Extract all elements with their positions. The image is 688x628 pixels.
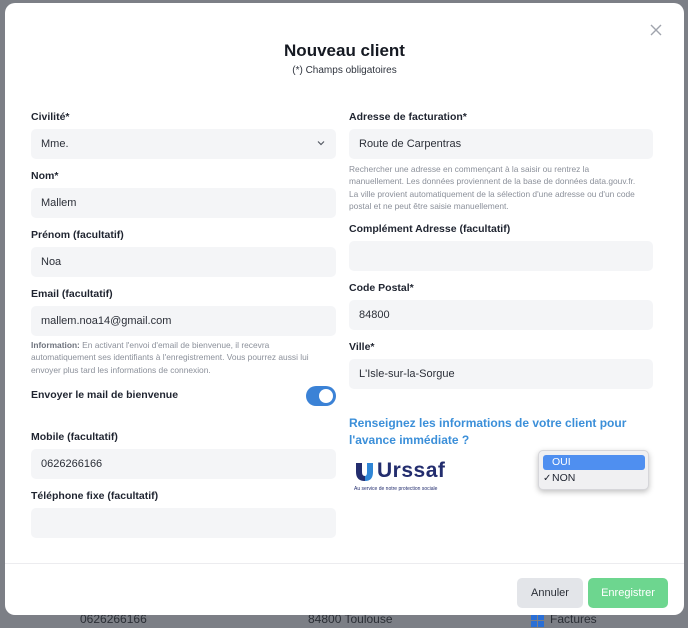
prenom-value: Noa xyxy=(41,256,62,268)
urssaf-logo: Urssaf Au service de notre protection so… xyxy=(354,459,454,493)
cp-value: 84800 xyxy=(359,309,390,321)
fixe-label: Téléphone fixe (facultatif) xyxy=(31,490,159,502)
nom-value: Mallem xyxy=(41,197,77,209)
welcome-label: Envoyer le mail de bienvenue xyxy=(31,389,179,401)
fixe-input[interactable] xyxy=(31,508,336,538)
save-button[interactable]: Enregistrer xyxy=(588,578,668,608)
complement-input[interactable] xyxy=(349,241,653,271)
cp-input[interactable]: 84800 xyxy=(349,300,653,330)
cancel-button[interactable]: Annuler xyxy=(517,578,583,608)
prenom-label: Prénom (facultatif) xyxy=(31,229,124,241)
nom-input[interactable]: Mallem xyxy=(31,188,336,218)
option-non[interactable]: ✓ NON xyxy=(543,471,645,486)
new-client-modal: Nouveau client (*) Champs obligatoires C… xyxy=(5,3,684,615)
urssaf-mark-icon xyxy=(356,463,373,481)
adresse-value: Route de Carpentras xyxy=(359,138,462,150)
complement-label: Complément Adresse (facultatif) xyxy=(349,223,511,235)
adresse-hint: Rechercher une adresse en commençant à l… xyxy=(349,164,636,212)
chevron-down-icon xyxy=(317,141,325,146)
urssaf-wordmark: Urssaf xyxy=(377,459,446,482)
cp-label: Code Postal* xyxy=(349,282,414,294)
option-non-label: NON xyxy=(552,472,576,484)
required-note: (*) Champs obligatoires xyxy=(292,65,397,76)
info-bold: Information: xyxy=(31,340,80,350)
modal-title: Nouveau client xyxy=(284,41,405,60)
email-input[interactable]: mallem.noa14@gmail.com xyxy=(31,306,336,336)
footer-divider xyxy=(5,563,684,564)
mobile-label: Mobile (facultatif) xyxy=(31,431,118,443)
welcome-toggle[interactable] xyxy=(306,386,336,406)
nom-label: Nom* xyxy=(31,170,59,182)
welcome-info: Information: En activant l'envoi d'email… xyxy=(31,339,331,376)
avance-immediate-link[interactable]: Renseignez les informations de votre cli… xyxy=(349,415,649,449)
civilite-select[interactable]: Mme. xyxy=(31,129,336,159)
toggle-knob xyxy=(319,389,333,403)
close-icon[interactable] xyxy=(649,23,663,37)
email-value: mallem.noa14@gmail.com xyxy=(41,315,172,327)
invoices-icon xyxy=(531,614,545,628)
adresse-input[interactable]: Route de Carpentras xyxy=(349,129,653,159)
prenom-input[interactable]: Noa xyxy=(31,247,336,277)
ville-input[interactable]: L'Isle-sur-la-Sorgue xyxy=(349,359,653,389)
civilite-value: Mme. xyxy=(41,138,69,150)
ville-label: Ville* xyxy=(349,341,375,353)
mobile-value: 0626266166 xyxy=(41,458,103,470)
email-label: Email (facultatif) xyxy=(31,288,113,300)
adresse-label: Adresse de facturation* xyxy=(349,111,467,123)
avance-select-dropdown: OUI ✓ NON xyxy=(538,450,649,490)
checkmark-icon: ✓ xyxy=(543,473,552,484)
mobile-input[interactable]: 0626266166 xyxy=(31,449,336,479)
urssaf-tagline: Au service de notre protection sociale xyxy=(354,486,438,492)
option-oui[interactable]: OUI xyxy=(543,455,645,470)
civilite-label: Civilité* xyxy=(31,111,70,123)
ville-value: L'Isle-sur-la-Sorgue xyxy=(359,368,455,380)
